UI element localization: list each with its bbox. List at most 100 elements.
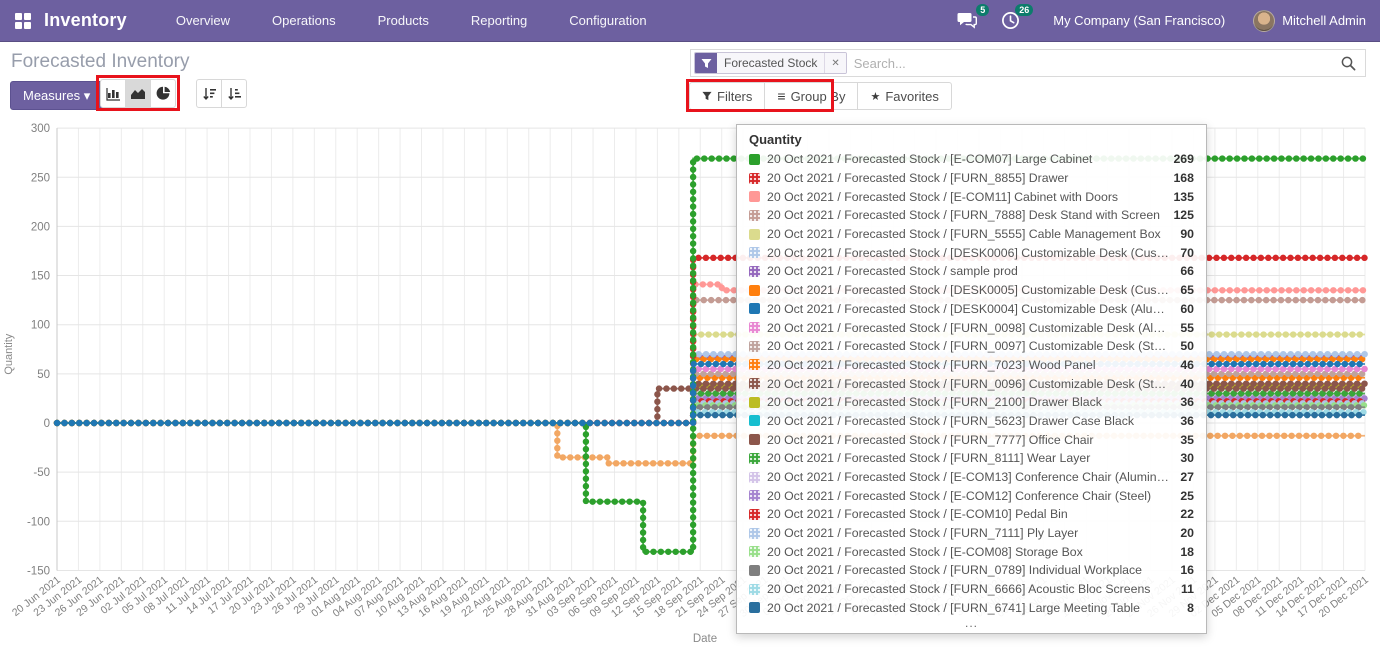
nav-item-reporting[interactable]: Reporting [450,0,548,42]
page-title: Forecasted Inventory [11,51,189,73]
tooltip-row: 20 Oct 2021 / Forecasted Stock / [FURN_8… [749,169,1194,188]
pie-chart-button[interactable] [150,79,176,108]
tooltip-row-value: 55 [1180,321,1194,335]
group-by-icon: ≡ [777,89,785,103]
tooltip-row-value: 36 [1180,395,1194,409]
series-color-swatch [749,173,760,184]
tooltip-row: 20 Oct 2021 / Forecasted Stock / [E-COM1… [749,187,1194,206]
tooltip-row-value: 16 [1180,563,1194,577]
tooltip-row-value: 46 [1180,358,1194,372]
tooltip-row-label: 20 Oct 2021 / Forecasted Stock / [DESK00… [767,246,1170,260]
search-input[interactable] [854,56,1341,71]
tooltip-row-label: 20 Oct 2021 / Forecasted Stock / [FURN_0… [767,563,1170,577]
tooltip-row-value: 90 [1180,227,1194,241]
company-switcher[interactable]: My Company (San Francisco) [1053,13,1225,28]
tooltip-row-label: 20 Oct 2021 / Forecasted Stock / [FURN_7… [767,208,1163,222]
user-menu[interactable]: Mitchell Admin [1282,13,1366,28]
series-color-swatch [749,472,760,483]
main-menu: OverviewOperationsProductsReportingConfi… [155,0,668,42]
tooltip-row-label: 20 Oct 2021 / Forecasted Stock / [FURN_7… [767,358,1170,372]
svg-text:-50: -50 [33,467,50,479]
tooltip-row: 20 Oct 2021 / Forecasted Stock / [FURN_0… [749,561,1194,580]
avatar[interactable] [1253,10,1275,32]
nav-item-products[interactable]: Products [357,0,450,42]
activities-icon[interactable]: 26 [1001,11,1023,31]
sort-switcher [196,79,247,108]
bar-chart-button[interactable] [100,79,126,108]
favorites-button[interactable]: ★ Favorites [857,82,951,110]
tooltip-row-value: 20 [1180,526,1194,540]
funnel-icon [702,91,712,101]
tooltip-row-value: 125 [1173,208,1194,222]
area-chart-icon [130,87,146,100]
tooltip-row-label: 20 Oct 2021 / Forecasted Stock / [FURN_6… [767,601,1177,615]
search-bar[interactable]: Forecasted Stock ✕ [690,49,1366,77]
measures-button[interactable]: Measures ▾ [10,81,103,110]
nav-item-overview[interactable]: Overview [155,0,251,42]
filters-label: Filters [717,89,752,104]
tooltip-row-value: 18 [1180,545,1194,559]
filters-button[interactable]: Filters [689,82,765,110]
series-color-swatch [749,397,760,408]
activities-badge: 26 [1015,4,1033,16]
search-options-bar: Filters ≡ Group By ★ Favorites [690,82,952,110]
tooltip-row: 20 Oct 2021 / Forecasted Stock / [DESK00… [749,281,1194,300]
svg-text:200: 200 [31,221,50,233]
svg-text:-150: -150 [27,565,50,577]
tooltip-row: 20 Oct 2021 / Forecasted Stock / [E-COM1… [749,486,1194,505]
facet-label: Forecasted Stock [717,53,824,73]
tooltip-row-value: 66 [1180,264,1194,278]
group-by-button[interactable]: ≡ Group By [764,82,858,110]
series-color-swatch [749,509,760,520]
chart-type-switcher [100,79,176,108]
tooltip-row: 20 Oct 2021 / Forecasted Stock / [FURN_7… [749,206,1194,225]
tooltip-row-label: 20 Oct 2021 / Forecasted Stock / [E-COM1… [767,507,1170,521]
series-color-swatch [749,266,760,277]
search-facet-forecasted-stock: Forecasted Stock ✕ [694,52,847,74]
tooltip-row-label: 20 Oct 2021 / Forecasted Stock / [E-COM1… [767,470,1170,484]
series-color-swatch [749,434,760,445]
tooltip-row-label: 20 Oct 2021 / Forecasted Stock / [E-COM1… [767,489,1170,503]
series-color-swatch [749,359,760,370]
tooltip-row: 20 Oct 2021 / Forecasted Stock / [FURN_5… [749,412,1194,431]
apps-menu-icon[interactable] [15,13,31,29]
measures-label: Measures [23,88,80,103]
svg-text:0: 0 [44,418,50,430]
tooltip-row-value: 70 [1180,246,1194,260]
sort-ascending-icon [227,87,242,101]
svg-text:300: 300 [31,123,50,135]
tooltip-row-label: 20 Oct 2021 / Forecasted Stock / [FURN_2… [767,395,1170,409]
svg-text:150: 150 [31,271,50,283]
sort-descending-button[interactable] [196,79,222,108]
series-color-swatch [749,210,760,221]
tooltip-row-label: 20 Oct 2021 / Forecasted Stock / [FURN_8… [767,171,1163,185]
series-color-swatch [749,285,760,296]
caret-down-icon: ▾ [84,88,91,103]
search-icon[interactable] [1341,56,1356,71]
tooltip-row-label: 20 Oct 2021 / Forecasted Stock / [E-COM1… [767,190,1163,204]
tooltip-row-label: 20 Oct 2021 / Forecasted Stock / [DESK00… [767,283,1170,297]
tooltip-row-value: 11 [1181,582,1194,596]
sort-ascending-button[interactable] [221,79,247,108]
top-navbar: Inventory OverviewOperationsProductsRepo… [0,0,1380,42]
svg-text:250: 250 [31,172,50,184]
tooltip-row: 20 Oct 2021 / Forecasted Stock / [E-COM0… [749,150,1194,169]
series-color-swatch [749,322,760,333]
facet-remove-icon[interactable]: ✕ [824,53,845,73]
messages-icon[interactable]: 5 [957,11,979,31]
tooltip-row-label: 20 Oct 2021 / Forecasted Stock / [FURN_6… [767,582,1171,596]
tooltip-row-label: 20 Oct 2021 / Forecasted Stock / [FURN_0… [767,377,1170,391]
series-color-swatch [749,584,760,595]
line-chart-button[interactable] [125,79,151,108]
tooltip-row-label: 20 Oct 2021 / Forecasted Stock / [FURN_0… [767,321,1170,335]
tooltip-row-label: 20 Oct 2021 / Forecasted Stock / [FURN_8… [767,451,1170,465]
series-color-swatch [749,341,760,352]
tooltip-row: 20 Oct 2021 / Forecasted Stock / [FURN_6… [749,580,1194,599]
series-color-swatch [749,191,760,202]
nav-item-operations[interactable]: Operations [251,0,357,42]
nav-item-configuration[interactable]: Configuration [548,0,667,42]
tooltip-row-value: 22 [1180,507,1194,521]
tooltip-row-value: 30 [1180,451,1194,465]
app-brand[interactable]: Inventory [44,10,127,31]
tooltip-row: 20 Oct 2021 / Forecasted Stock / [FURN_0… [749,374,1194,393]
